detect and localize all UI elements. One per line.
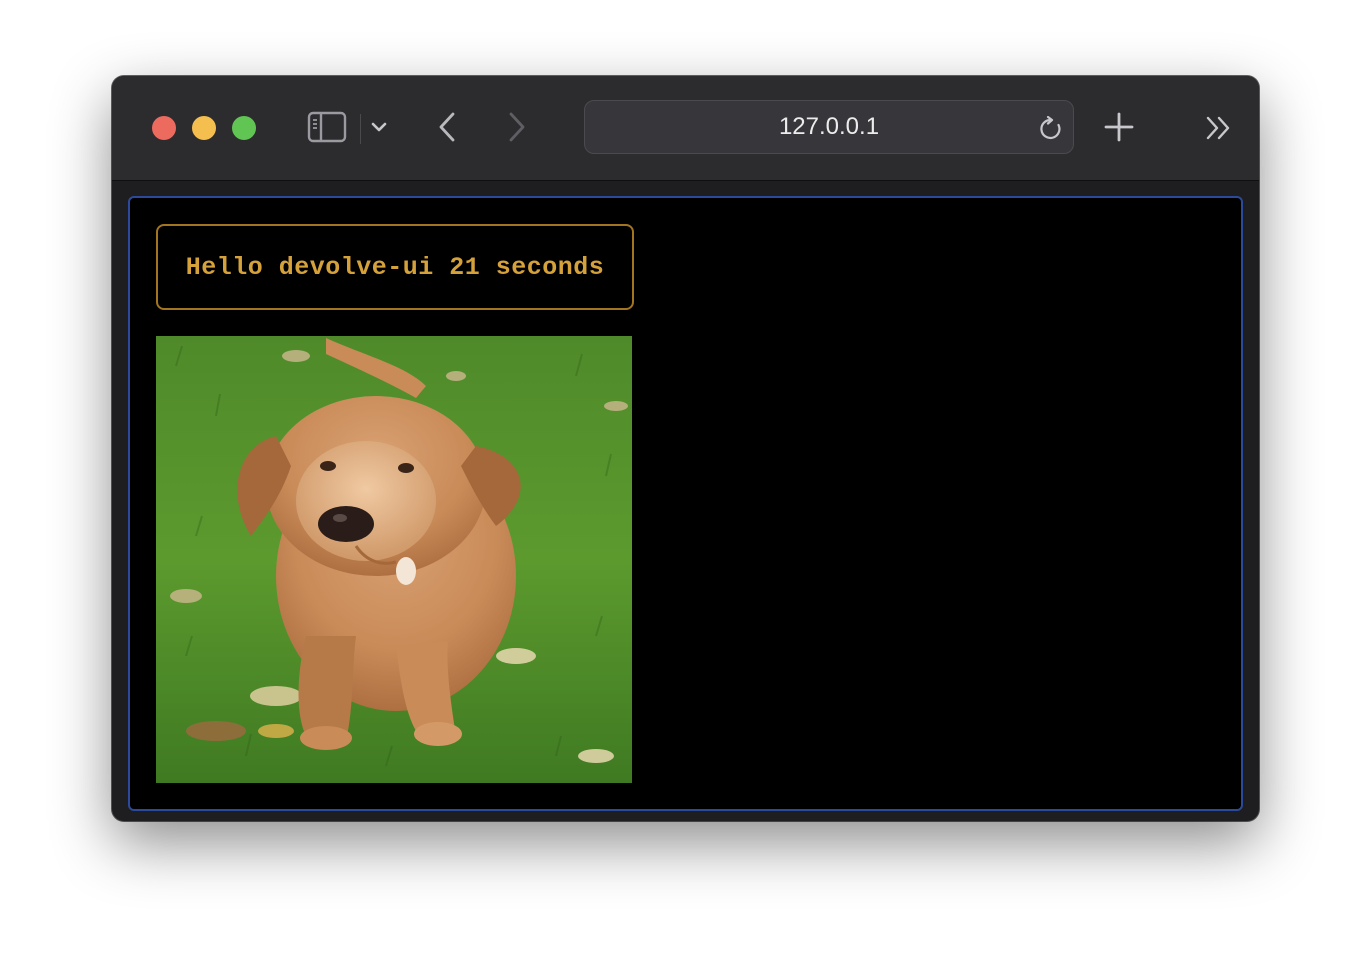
- puppy-illustration: [156, 336, 632, 783]
- greeting-box: Hello devolve-ui 21 seconds: [156, 224, 634, 310]
- page-content: Hello devolve-ui 21 seconds: [128, 196, 1243, 811]
- url-text[interactable]: 127.0.0.1: [585, 101, 1073, 153]
- toolbar-divider: [360, 114, 361, 144]
- chevron-down-icon: [371, 122, 387, 132]
- maximize-window-button[interactable]: [232, 116, 256, 140]
- tab-overflow-button[interactable]: [1202, 112, 1236, 144]
- double-chevron-right-icon: [1206, 116, 1230, 140]
- forward-button[interactable]: [502, 110, 532, 144]
- back-button[interactable]: [432, 110, 462, 144]
- sidebar-menu-button[interactable]: [368, 114, 390, 140]
- plus-icon: [1104, 112, 1134, 142]
- sidebar-toggle-button[interactable]: [306, 110, 348, 144]
- reload-icon: [1040, 116, 1061, 140]
- reload-button[interactable]: [1036, 114, 1066, 144]
- close-window-button[interactable]: [152, 116, 176, 140]
- address-bar[interactable]: 127.0.0.1: [584, 100, 1074, 154]
- back-arrow-icon: [439, 112, 455, 142]
- browser-window: 127.0.0.1 Hello devolve-ui 21 seconds: [112, 76, 1259, 821]
- puppy-image: [156, 336, 632, 783]
- minimize-window-button[interactable]: [192, 116, 216, 140]
- forward-arrow-icon: [509, 112, 525, 142]
- browser-toolbar: 127.0.0.1: [112, 76, 1259, 181]
- sidebar-icon: [307, 111, 347, 143]
- greeting-text: Hello devolve-ui 21 seconds: [185, 252, 605, 282]
- new-tab-button[interactable]: [1102, 110, 1136, 144]
